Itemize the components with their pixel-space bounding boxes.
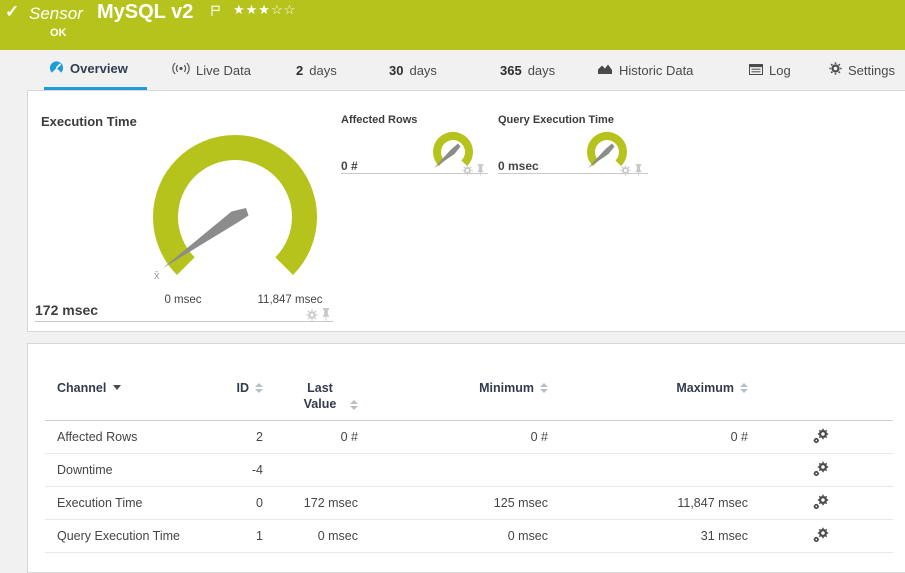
- table-row[interactable]: Query Execution Time 1 0 msec 0 msec 31 …: [45, 520, 893, 553]
- channels-panel: Channel ID Last Value Minimum Maximum Af…: [27, 343, 905, 573]
- sort-icon: [540, 383, 548, 393]
- mean-marker: x̄: [154, 270, 160, 282]
- historic-chart-icon: [597, 63, 613, 78]
- sort-descending-icon: [113, 385, 122, 390]
- channel-id: -4: [251, 463, 263, 477]
- channel-id: 1: [256, 529, 263, 543]
- channel-name[interactable]: Affected Rows: [57, 430, 187, 444]
- channel-settings-icon[interactable]: [812, 428, 830, 444]
- tab-strip: Overview Live Data 2 days 30 days 365 da…: [0, 50, 905, 90]
- tab-30-days-label: days: [409, 62, 437, 78]
- tab-365-days-number: 365: [500, 62, 522, 78]
- widget-gear-icon[interactable]: [306, 308, 318, 321]
- primary-gauge-value: 172 msec: [35, 302, 99, 318]
- channel-minimum: 0 msec: [507, 529, 548, 543]
- channel-maximum: 11,847 msec: [677, 496, 748, 510]
- table-row[interactable]: Downtime -4: [45, 454, 893, 487]
- channel-settings-icon[interactable]: [812, 494, 830, 510]
- channel-last-value: 172 msec: [303, 496, 358, 510]
- tab-2-days-label: days: [309, 62, 337, 78]
- channels-table: Channel ID Last Value Minimum Maximum Af…: [45, 380, 893, 553]
- table-row[interactable]: Execution Time 0 172 msec 125 msec 11,84…: [45, 487, 893, 520]
- priority-stars[interactable]: ★★★☆☆: [233, 2, 296, 18]
- channel-name[interactable]: Query Execution Time: [57, 529, 187, 543]
- gauges-panel: Execution Time x̄ 0 msec 11,847 msec 172…: [27, 90, 905, 332]
- gear-icon: [829, 62, 842, 78]
- sort-icon: [255, 383, 263, 393]
- primary-gauge: x̄: [135, 122, 335, 297]
- column-header-id[interactable]: ID: [187, 380, 263, 396]
- tab-historic-data[interactable]: Historic Data: [597, 50, 693, 90]
- mini-gauge-value-query-exec: 0 msec: [498, 159, 539, 173]
- tab-30-days-number: 30: [389, 62, 404, 78]
- tab-overview-label: Overview: [70, 61, 128, 76]
- sensor-kind-label: Sensor: [29, 4, 83, 23]
- channel-name[interactable]: Downtime: [57, 463, 187, 477]
- table-row[interactable]: Affected Rows 2 0 # 0 # 0 #: [45, 421, 893, 454]
- mini-gauge-title-affected-rows: Affected Rows: [341, 114, 418, 126]
- table-header-row: Channel ID Last Value Minimum Maximum: [45, 380, 893, 421]
- channel-last-value: 0 #: [340, 430, 358, 444]
- column-header-maximum[interactable]: Maximum: [548, 380, 748, 396]
- gauge-min-label: 0 msec: [164, 294, 202, 306]
- tab-live-data-label: Live Data: [196, 62, 251, 78]
- channel-name[interactable]: Execution Time: [57, 496, 187, 510]
- channel-maximum: 0 #: [730, 430, 748, 444]
- flag-icon[interactable]: [211, 4, 220, 22]
- tab-2-days[interactable]: 2 days: [296, 50, 337, 90]
- column-header-last-value[interactable]: Last Value: [263, 380, 358, 412]
- widget-pin-icon[interactable]: [321, 308, 331, 321]
- tab-365-days-label: days: [527, 62, 556, 78]
- tab-overview[interactable]: Overview: [44, 50, 147, 90]
- sort-icon: [740, 383, 748, 393]
- mini-gauge-value-affected-rows: 0 #: [341, 159, 358, 173]
- tab-365-days[interactable]: 365 days: [500, 50, 555, 90]
- channel-minimum: 0 #: [530, 430, 548, 444]
- channel-id: 2: [256, 430, 263, 444]
- divider: [35, 321, 333, 322]
- tab-historic-data-label: Historic Data: [619, 62, 694, 78]
- column-header-channel[interactable]: Channel: [57, 380, 187, 396]
- channel-last-value: 0 msec: [317, 529, 358, 543]
- status-check-icon: ✓: [5, 2, 20, 21]
- channel-settings-icon[interactable]: [812, 461, 830, 477]
- tab-live-data[interactable]: Live Data: [172, 50, 251, 90]
- tab-2-days-number: 2: [296, 62, 304, 78]
- widget-pin-icon[interactable]: [476, 164, 485, 176]
- mini-gauge-title-query-exec: Query Execution Time: [498, 114, 614, 126]
- sensor-header: ✓ Sensor MySQL v2 ★★★☆☆ OK: [0, 0, 905, 50]
- log-icon: [749, 63, 763, 78]
- status-badge: OK: [50, 27, 67, 39]
- primary-gauge-title: Execution Time: [41, 114, 137, 129]
- channel-id: 0: [256, 496, 263, 510]
- gauge-max-label: 11,847 msec: [257, 294, 323, 306]
- sort-icon: [350, 400, 358, 410]
- live-data-icon: [172, 62, 190, 78]
- widget-gear-icon[interactable]: [620, 164, 631, 176]
- widget-pin-icon[interactable]: [634, 164, 643, 176]
- column-header-minimum[interactable]: Minimum: [358, 380, 548, 396]
- tab-settings[interactable]: Settings: [829, 50, 895, 90]
- tab-log[interactable]: Log: [749, 50, 791, 90]
- tab-settings-label: Settings: [848, 62, 895, 78]
- gauge-icon: [49, 60, 64, 78]
- widget-gear-icon[interactable]: [462, 164, 473, 176]
- tab-log-label: Log: [769, 62, 791, 78]
- sensor-title: MySQL v2: [97, 1, 194, 23]
- channel-maximum: 31 msec: [700, 529, 748, 543]
- tab-30-days[interactable]: 30 days: [389, 50, 437, 90]
- channel-settings-icon[interactable]: [812, 527, 830, 543]
- channel-minimum: 125 msec: [493, 496, 548, 510]
